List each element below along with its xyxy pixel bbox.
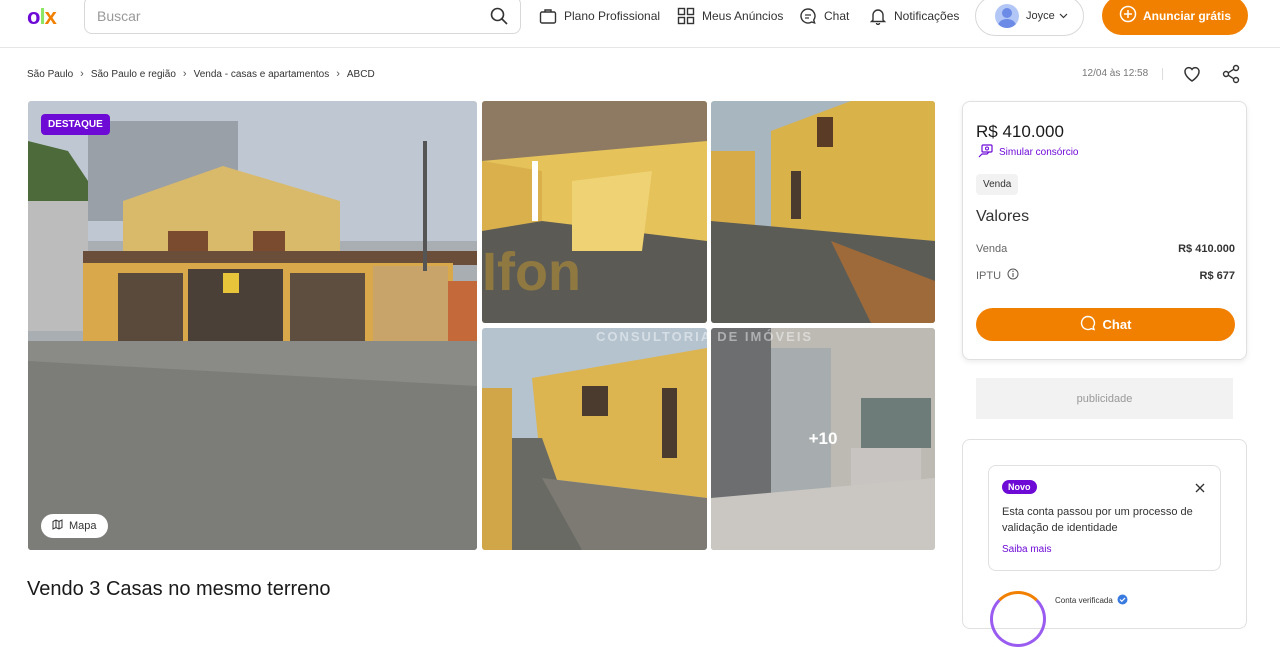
mapa-button[interactable]: Mapa — [41, 514, 108, 538]
logo-letter-x: x — [44, 4, 57, 29]
mapa-label: Mapa — [69, 520, 97, 532]
nav-chat-label: Chat — [824, 9, 850, 23]
nav-notificacoes-label: Notificações — [894, 9, 960, 23]
money-hand-icon — [978, 144, 994, 161]
logo-letter-o: o — [27, 4, 40, 29]
valor-label: Venda — [976, 243, 1008, 255]
bell-icon — [869, 7, 887, 25]
breadcrumb-item-regiao[interactable]: São Paulo e região — [91, 69, 176, 80]
verification-notice: Novo Esta conta passou por um processo d… — [988, 465, 1221, 571]
nav-meus-anuncios[interactable]: Meus Anúncios — [677, 6, 783, 26]
user-name: Joyce — [1026, 10, 1055, 22]
photo-thumbnail[interactable] — [711, 101, 935, 323]
chat-icon — [1080, 315, 1096, 334]
close-icon[interactable] — [1195, 480, 1205, 498]
search-icon[interactable] — [490, 7, 508, 30]
nav-chat[interactable]: Chat — [799, 6, 849, 26]
avatar — [995, 4, 1019, 28]
plus-circle-icon — [1119, 5, 1137, 26]
photo-thumbnail[interactable]: +10 — [711, 328, 935, 550]
more-photos-count[interactable]: +10 — [711, 328, 935, 550]
photo-gallery: DESTAQUE Mapa +10 Ifon CONSULTORIA DE IM… — [28, 101, 935, 550]
verification-text: Esta conta passou por um processo de val… — [1002, 506, 1193, 534]
simular-consorcio-link[interactable]: Simular consórcio — [978, 144, 1078, 161]
anunciar-label: Anunciar grátis — [1142, 8, 1232, 23]
anunciar-gratis-button[interactable]: Anunciar grátis — [1102, 0, 1248, 35]
valor-amount: R$ 410.000 — [1178, 243, 1235, 255]
listing-timestamp: 12/04 às 12:58 — [1082, 68, 1149, 79]
destaque-badge: DESTAQUE — [41, 114, 110, 135]
map-icon — [52, 519, 63, 533]
briefcase-icon — [539, 7, 557, 25]
heart-icon[interactable] — [1182, 64, 1202, 89]
chat-button-label: Chat — [1102, 317, 1132, 332]
price-card: R$ 410.000 Simular consórcio Venda Valor… — [962, 101, 1247, 360]
valor-label: IPTU — [976, 269, 1002, 282]
user-menu[interactable]: Joyce — [975, 0, 1084, 36]
chevron-right-icon: › — [182, 68, 187, 80]
watermark-logo: Ifon — [482, 242, 581, 302]
info-icon[interactable] — [1007, 268, 1019, 283]
ad-placeholder: publicidade — [976, 378, 1233, 419]
breadcrumb: São Paulo › São Paulo e região › Venda -… — [27, 68, 375, 80]
photo-thumbnail[interactable] — [482, 328, 707, 550]
breadcrumb-item-sao-paulo[interactable]: São Paulo — [27, 69, 73, 80]
novo-badge: Novo — [1002, 480, 1037, 494]
account-card: Novo Esta conta passou por um processo d… — [962, 439, 1247, 647]
verified-check-icon — [1117, 594, 1128, 607]
chevron-down-icon — [1059, 10, 1068, 22]
search-box — [84, 0, 521, 34]
conta-verificada-label: Conta verificada — [1055, 596, 1113, 605]
top-header: olx Plano Profissional Meus Anúncios Cha… — [0, 0, 1280, 48]
divider — [1162, 68, 1163, 80]
listing-price: R$ 410.000 — [976, 122, 1064, 141]
grid-icon — [677, 7, 695, 25]
search-input[interactable] — [97, 4, 477, 28]
nav-plano-label: Plano Profissional — [564, 9, 661, 23]
valor-row: Venda R$ 410.000 — [976, 243, 1235, 255]
chevron-right-icon: › — [336, 68, 340, 80]
nav-notificacoes[interactable]: Notificações — [869, 6, 959, 26]
simular-label: Simular consórcio — [999, 147, 1079, 158]
conta-verificada: Conta verificada — [1055, 594, 1128, 607]
nav-plano-profissional[interactable]: Plano Profissional — [539, 6, 660, 26]
watermark-text: CONSULTORIA DE IMÓVEIS — [596, 329, 814, 344]
chevron-right-icon: › — [80, 68, 84, 80]
category-tag: Venda — [976, 174, 1019, 195]
valor-row: IPTU R$ 677 — [976, 268, 1235, 283]
main-photo[interactable]: DESTAQUE Mapa — [28, 101, 477, 550]
seller-avatar[interactable] — [990, 591, 1046, 647]
listing-title: Vendo 3 Casas no mesmo terreno — [27, 578, 331, 600]
saiba-mais-link[interactable]: Saiba mais — [1002, 544, 1051, 555]
chat-icon — [799, 7, 817, 25]
chat-button[interactable]: Chat — [976, 308, 1235, 341]
valor-amount: R$ 677 — [1199, 269, 1235, 282]
nav-anuncios-label: Meus Anúncios — [702, 9, 784, 23]
olx-logo[interactable]: olx — [27, 4, 67, 29]
breadcrumb-item-abcd[interactable]: ABCD — [347, 69, 375, 80]
share-icon[interactable] — [1221, 64, 1241, 89]
valores-heading: Valores — [976, 208, 1030, 225]
breadcrumb-item-venda[interactable]: Venda - casas e apartamentos — [194, 69, 330, 80]
